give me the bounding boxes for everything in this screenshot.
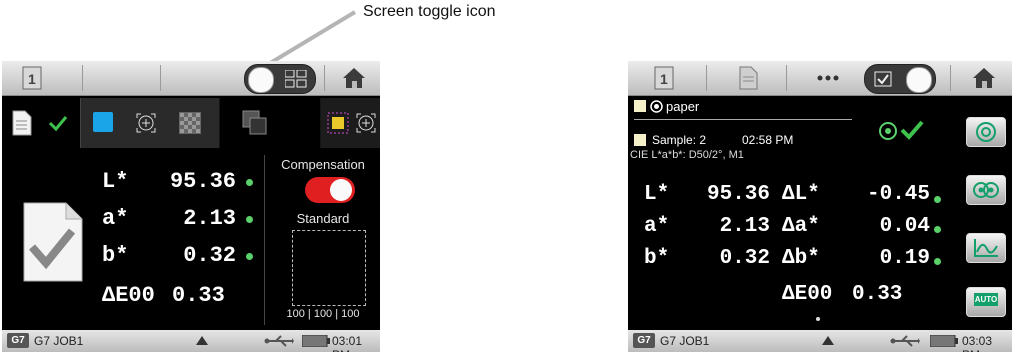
de-value: 0.33 [852,283,903,306]
status-dot [246,216,253,223]
compare-target-icon [973,182,999,198]
status-bar: G7 G7 JOB1 03:03 PM [628,330,1012,352]
sample-time: 02:58 PM [742,133,794,147]
up-arrow-icon[interactable] [196,336,208,345]
toggle-knob [906,67,932,93]
usb-icon [264,335,294,347]
reading-value: 0.32 [719,247,770,270]
reading-value: 0.32 [183,243,236,268]
right-device-screen: 1 paper Sample: 2 02:58 PM CIE L*a*b*: D… [628,61,1012,352]
cie-label: CIE L*a*b*: D50/2°, M1 [630,149,744,161]
status-time: 03:01 PM [332,334,363,352]
reading-label: ΔE00 [102,283,155,308]
tab-spot[interactable] [321,98,380,148]
reading-label: L* [644,183,670,206]
grid-view-icon [285,70,307,88]
reading-label: b* [102,243,129,268]
reading-value: 2.13 [719,215,770,238]
callout-label: Screen toggle icon [363,3,496,20]
single-view-icon [874,71,892,87]
crosshair-icon [356,113,376,133]
checked-document-icon [23,202,83,282]
tab-overlap[interactable] [220,98,320,148]
overlap-icon [242,110,267,135]
paper-label: paper [666,99,700,114]
compensation-label: Compensation [281,157,365,172]
de-label: ΔE00 [782,283,833,306]
job-number-icon[interactable]: 1 [20,66,44,95]
standard-swatch[interactable] [292,230,366,306]
target-status-icon [879,122,897,140]
pattern-icon [179,112,201,134]
left-device-screen: 1 L* a* b* ΔE00 95.36 2.13 0.32 0.33 Com… [2,61,380,352]
delta-value: -0.45 [866,183,930,206]
home-icon[interactable] [342,66,366,95]
dotted-square-icon [327,112,349,134]
svg-text:1: 1 [660,71,668,87]
status-dot [934,226,941,233]
job-name: G7 JOB1 [34,334,84,348]
check-icon [900,120,924,140]
single-target-button[interactable] [966,117,1006,147]
reading-label: a* [644,215,670,238]
graph-icon [974,239,998,257]
delta-value: 0.04 [879,215,930,238]
reading-value: 95.36 [169,169,236,194]
spectral-graph-button[interactable] [966,233,1006,263]
job-name: G7 JOB1 [660,334,710,348]
delta-value: 0.19 [879,247,930,270]
screen-toggle[interactable] [244,64,316,94]
tab-document[interactable] [2,98,81,148]
auto-button[interactable]: AUTO [966,287,1006,317]
battery-icon [302,335,330,347]
standard-values: 100 | 100 | 100 [286,308,360,320]
auto-label: AUTO [974,293,998,306]
job-number-icon[interactable]: 1 [652,66,676,95]
g7-logo-icon: G7 [633,333,655,348]
reading-value: 0.33 [172,283,225,308]
toggle-knob [330,179,352,201]
tab-measure[interactable] [81,98,219,148]
compensation-toggle[interactable] [305,177,355,203]
reading-value: 95.36 [706,183,770,206]
battery-icon [930,335,958,347]
more-icon[interactable] [816,71,840,90]
delta-label: Δa* [782,215,820,238]
paper-swatch [634,100,646,112]
svg-text:1: 1 [28,71,36,87]
status-time: 03:03 PM [962,334,993,352]
screen-toggle[interactable] [864,64,936,94]
top-toolbar: 1 [2,61,380,96]
top-toolbar: 1 [628,61,1012,96]
status-dot [934,258,941,265]
crosshair-icon [136,113,156,133]
status-dot [246,253,253,260]
sample-swatch [634,134,646,146]
status-dot [934,196,941,203]
single-target-icon [976,122,996,142]
document-icon[interactable] [736,66,760,95]
compare-target-button[interactable] [966,175,1006,205]
document-icon [12,110,32,136]
page-indicator-dot [816,317,820,321]
delta-label: ΔL* [782,183,820,206]
check-icon [48,116,68,132]
status-bar: G7 G7 JOB1 03:01 PM [2,330,380,352]
g7-logo-icon: G7 [7,333,29,348]
radio-selected-icon[interactable] [650,100,663,113]
usb-icon [890,335,920,347]
status-dot [246,179,253,186]
reading-value: 2.13 [183,206,236,231]
standard-label: Standard [296,211,350,226]
reading-label: a* [102,206,129,231]
toggle-knob [248,67,274,93]
tab-row [2,98,380,148]
delta-label: Δb* [782,247,820,270]
square-icon [93,112,113,132]
up-arrow-icon[interactable] [822,336,834,345]
home-icon[interactable] [972,66,996,95]
sample-label: Sample: 2 [652,133,707,147]
reading-label: L* [102,169,129,194]
reading-label: b* [644,247,670,270]
